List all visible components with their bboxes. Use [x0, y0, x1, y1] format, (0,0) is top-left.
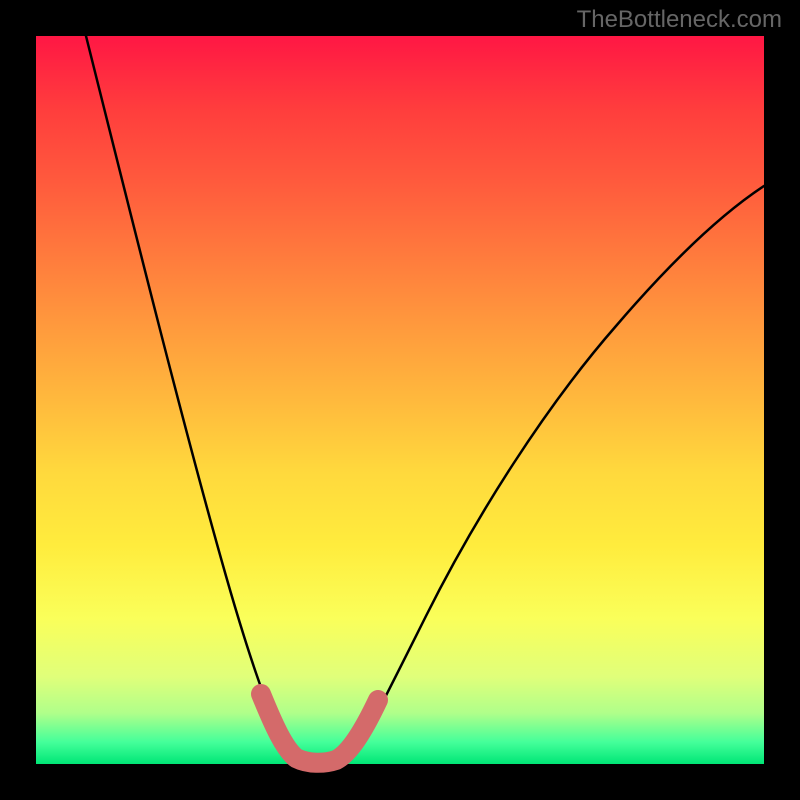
chart-curves	[36, 36, 764, 764]
curve-left-branch	[86, 36, 291, 754]
curve-right-branch	[356, 186, 764, 754]
watermark-text: TheBottleneck.com	[577, 6, 782, 34]
chart-plot-area	[36, 36, 764, 764]
trough-highlight	[261, 694, 378, 763]
